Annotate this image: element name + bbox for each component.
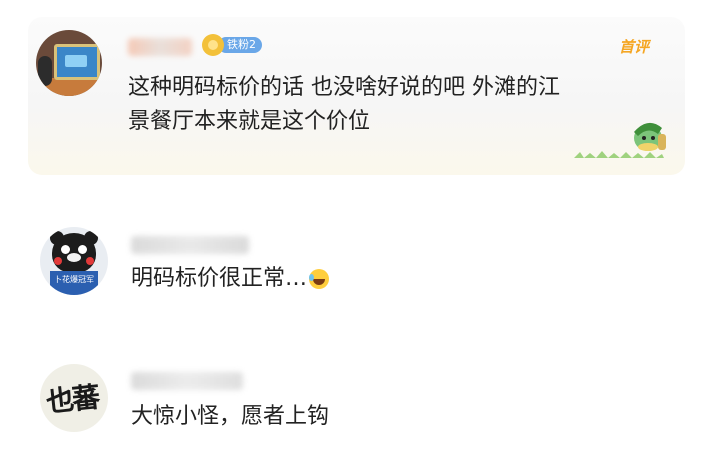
blurred-username[interactable] (131, 236, 249, 254)
fan-badge-icon (202, 34, 224, 56)
fan-badge: 铁粉2 (202, 34, 262, 56)
comment-text: 大惊小怪，愿者上钩 (131, 404, 330, 429)
user-avatar[interactable]: 卜花爆冠军 (40, 227, 108, 295)
user-avatar[interactable] (36, 30, 102, 96)
laugh-cry-emoji-icon (309, 269, 330, 289)
first-comment-label: 首评 (618, 38, 649, 56)
comment-section: 铁粉2 首评 这种明码标价的话 也没啥好说的吧 外滩的江 景餐厅本来就是这个价位… (0, 0, 717, 469)
blurred-username[interactable] (128, 38, 192, 56)
fan-badge-label: 铁粉2 (218, 37, 262, 53)
blurred-username[interactable] (131, 372, 243, 390)
calligraphy-avatar-text: 也蕃 (44, 380, 100, 419)
avatar-caption: 卜花爆冠军 (54, 275, 94, 284)
comment-text: 这种明码标价的话 也没啥好说的吧 外滩的江 景餐厅本来就是这个价位 (128, 75, 560, 134)
avatar-screen (54, 44, 100, 80)
comment-text: 明码标价很正常… (131, 262, 330, 296)
user-avatar[interactable]: 也蕃 (40, 364, 108, 432)
grass-decoration (574, 151, 664, 158)
